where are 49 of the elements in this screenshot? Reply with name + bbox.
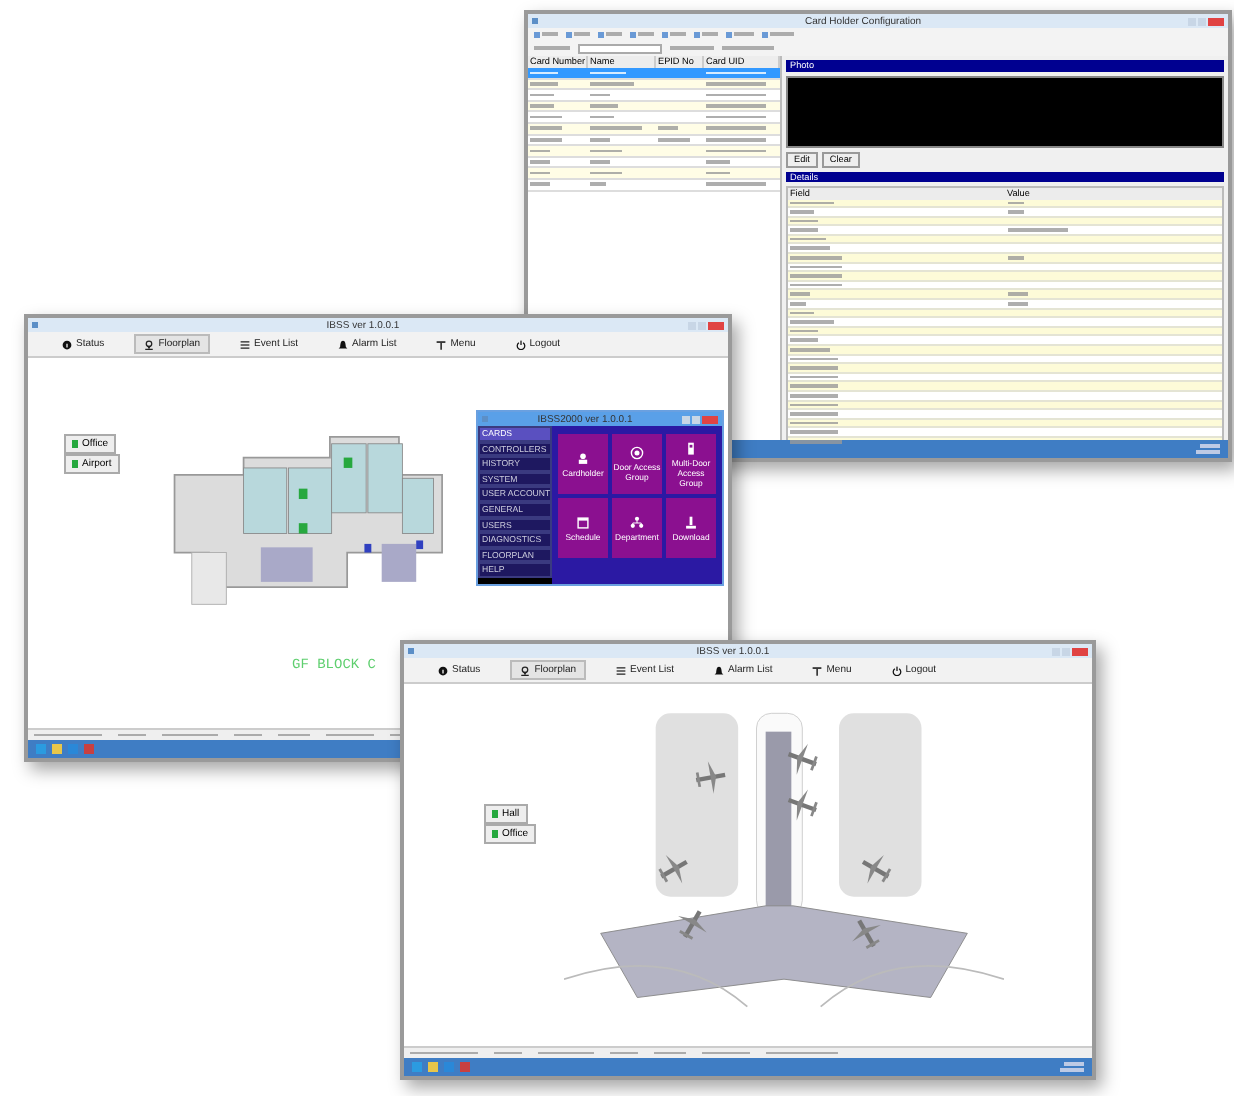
close-button[interactable] [702,415,718,423]
maximize-button[interactable] [692,415,700,423]
filter-field[interactable] [578,43,662,53]
list-icon [616,665,627,675]
bell-icon [714,665,725,675]
pin-icon [520,665,531,675]
app-icon [408,648,414,654]
list-icon [240,339,251,349]
app-icon [32,322,38,328]
toolbar-icon[interactable] [662,31,668,37]
pin-icon [144,339,155,349]
illegible-text [790,393,838,398]
power-icon [515,339,526,349]
minimize-button[interactable] [1188,17,1196,25]
close-button[interactable] [708,321,724,329]
calendar-icon [576,515,590,529]
maximize-button[interactable] [1198,17,1206,25]
illegible-text [790,246,830,251]
minimize-button[interactable] [682,415,690,423]
toolbar-icon[interactable] [630,31,636,37]
illegible-text [590,126,642,131]
illegible-text [658,126,678,131]
minimize-button[interactable] [688,321,696,329]
toolbar-icon[interactable] [566,31,572,37]
app-icon [482,416,488,422]
info-icon [62,339,72,349]
bell-icon [338,339,349,349]
person-icon [576,451,590,465]
illegible-text [530,126,562,131]
minimize-button[interactable] [1052,647,1060,655]
toolbar-icon[interactable] [694,31,700,37]
download-icon [684,515,698,529]
illegible-text [706,182,766,187]
menu-icon [436,339,447,349]
toolbar-icon[interactable] [598,31,604,37]
toolbar-icon[interactable] [762,31,768,37]
toolbar-icon[interactable] [534,31,540,37]
close-button[interactable] [1072,647,1088,655]
org-icon [630,515,644,529]
illegible-text [590,182,606,187]
close-button[interactable] [1208,17,1224,25]
app-icon [532,18,538,24]
power-icon [891,665,902,675]
info-icon [438,665,448,675]
maximize-button[interactable] [1062,647,1070,655]
illegible-text [706,126,766,131]
maximize-button[interactable] [698,321,706,329]
toolbar-icon[interactable] [726,31,732,37]
menu-icon [812,665,823,675]
